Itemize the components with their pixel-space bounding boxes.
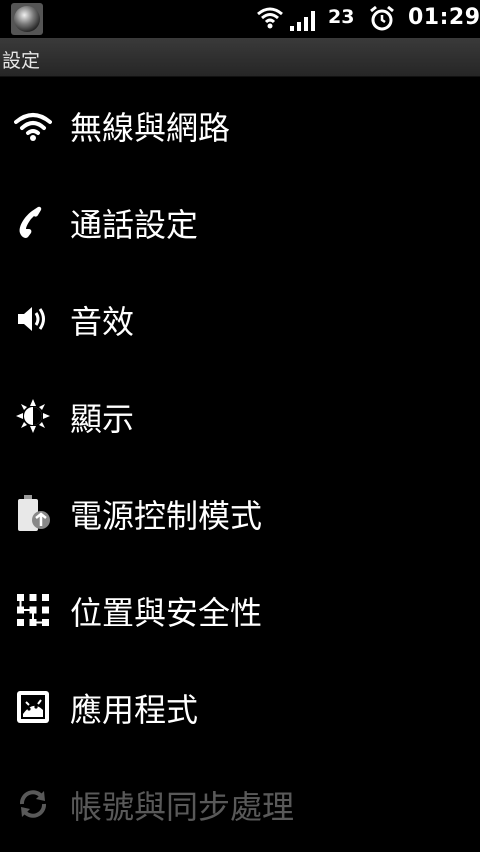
status-bar: 23 01:29	[0, 0, 480, 38]
alarm-icon	[370, 5, 394, 31]
settings-item-label: 音效	[70, 303, 135, 341]
speaker-icon	[18, 307, 45, 331]
battery-power-icon	[18, 495, 50, 531]
applications-icon	[17, 691, 49, 723]
page-title: 設定	[2, 50, 41, 72]
app-orb-icon	[11, 3, 43, 35]
settings-item-applications[interactable]: 應用程式	[0, 658, 480, 755]
settings-item-power[interactable]: 電源控制模式	[0, 464, 480, 561]
settings-item-display[interactable]: 顯示	[0, 367, 480, 464]
clock-time: 01:29	[408, 5, 480, 30]
settings-item-location-security[interactable]: 位置與安全性	[0, 561, 480, 658]
pattern-lock-icon	[17, 594, 49, 626]
settings-item-label: 電源控制模式	[70, 497, 263, 535]
wifi-icon	[257, 7, 283, 29]
settings-item-call[interactable]: 通話設定	[0, 173, 480, 270]
brightness-icon	[16, 399, 50, 433]
signal-icon	[290, 11, 315, 31]
settings-item-label: 應用程式	[70, 691, 199, 729]
settings-item-label: 位置與安全性	[70, 594, 263, 632]
settings-item-label: 顯示	[70, 400, 135, 438]
settings-item-wireless[interactable]: 無線與網路	[0, 76, 480, 173]
wifi-icon	[14, 113, 52, 141]
settings-item-label: 無線與網路	[70, 109, 231, 147]
sync-icon	[20, 790, 46, 818]
phone-icon	[19, 206, 42, 238]
battery-level: 23	[328, 6, 355, 28]
settings-item-label: 通話設定	[70, 206, 199, 244]
title-bar: 設定	[0, 38, 480, 77]
settings-item-label: 帳號與同步處理	[70, 788, 295, 826]
settings-item-accounts-sync[interactable]: 帳號與同步處理	[0, 755, 480, 852]
settings-item-sound[interactable]: 音效	[0, 270, 480, 367]
